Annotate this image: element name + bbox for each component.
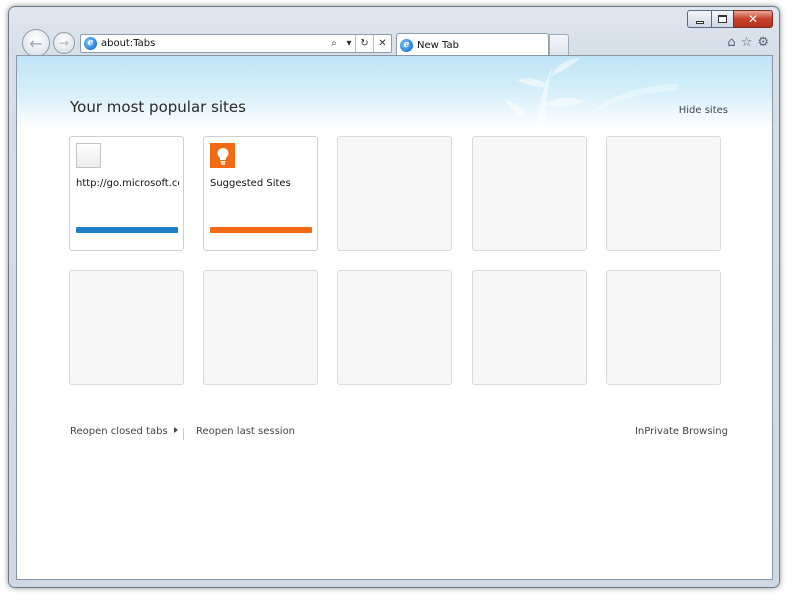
back-button[interactable]: ←	[22, 29, 50, 57]
reopen-closed-tabs-label: Reopen closed tabs	[70, 426, 168, 437]
address-dropdown-button[interactable]: ▾	[343, 35, 355, 52]
chevron-down-icon: ▾	[346, 38, 352, 49]
empty-tile	[606, 136, 721, 251]
site-tile-label: http://go.microsoft.cor	[76, 178, 179, 189]
home-icon[interactable]: ⌂	[727, 35, 735, 50]
browser-window: ✕ ← → e about:Tabs ⌕ ▾ ↻ ✕ e New Tab ⌂ ☆…	[8, 6, 780, 588]
site-tile-1[interactable]: http://go.microsoft.cor	[69, 136, 184, 251]
search-icon: ⌕	[331, 38, 337, 49]
refresh-icon: ↻	[360, 38, 369, 49]
reopen-closed-tabs-link[interactable]: Reopen closed tabs	[70, 426, 178, 437]
maximize-button[interactable]	[711, 10, 733, 28]
search-button[interactable]: ⌕	[325, 35, 343, 52]
favorites-star-icon[interactable]: ☆	[741, 35, 753, 50]
window-caption-buttons: ✕	[687, 10, 773, 28]
tab-title: New Tab	[417, 40, 459, 51]
empty-tile	[69, 270, 184, 385]
blank-page-icon	[76, 143, 101, 168]
empty-tile	[337, 136, 452, 251]
empty-tile	[606, 270, 721, 385]
forward-button[interactable]: →	[53, 32, 75, 54]
minimize-button[interactable]	[687, 10, 711, 28]
forward-arrow-icon: →	[58, 36, 70, 50]
empty-tile	[472, 136, 587, 251]
footer-divider	[183, 428, 184, 440]
stop-button[interactable]: ✕	[373, 35, 391, 52]
leaf-decoration-icon	[505, 58, 677, 128]
page-content: Your most popular sites Hide sites http:…	[16, 55, 773, 580]
new-tab-button[interactable]	[549, 34, 569, 55]
close-icon: ✕	[747, 12, 759, 26]
empty-tile	[203, 270, 318, 385]
page-title: Your most popular sites	[70, 98, 246, 116]
empty-tile	[337, 270, 452, 385]
empty-tile	[472, 270, 587, 385]
inprivate-browsing-link[interactable]: InPrivate Browsing	[635, 426, 728, 437]
header-banner: Your most popular sites Hide sites	[17, 56, 772, 128]
lightbulb-icon	[210, 143, 235, 168]
tools-gear-icon[interactable]: ⚙	[757, 35, 769, 50]
reopen-last-session-link[interactable]: Reopen last session	[196, 426, 295, 437]
stop-icon: ✕	[378, 38, 387, 49]
address-bar[interactable]: e about:Tabs ⌕ ▾ ↻ ✕	[80, 34, 392, 53]
ie-tab-icon: e	[400, 39, 413, 52]
arrow-right-icon	[173, 427, 178, 433]
site-tile-label: Suggested Sites	[210, 178, 291, 189]
address-input[interactable]: about:Tabs	[101, 38, 325, 49]
ie-page-icon: e	[84, 37, 97, 50]
usage-bar	[210, 227, 312, 233]
tab-new-tab[interactable]: e New Tab	[396, 33, 549, 57]
back-arrow-icon: ←	[29, 33, 43, 53]
hide-sites-link[interactable]: Hide sites	[679, 105, 728, 116]
site-tile-2[interactable]: Suggested Sites	[203, 136, 318, 251]
refresh-button[interactable]: ↻	[355, 35, 373, 52]
usage-bar	[76, 227, 178, 233]
close-button[interactable]: ✕	[733, 10, 773, 28]
maximize-icon	[718, 15, 727, 23]
minimize-icon	[695, 20, 704, 24]
command-icons: ⌂ ☆ ⚙	[727, 35, 769, 50]
